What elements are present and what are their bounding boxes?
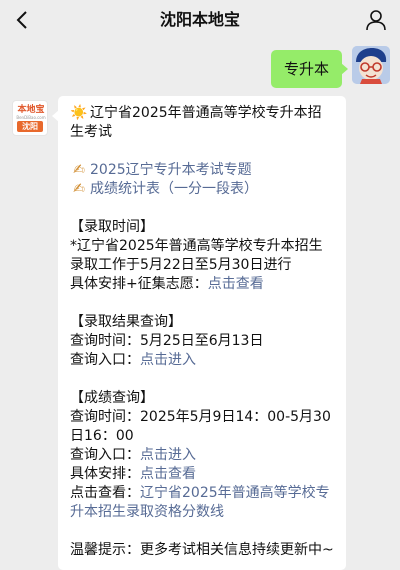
- score-query-time-row: 查询时间：2025年5月9日14：00-5月30日16：00: [70, 408, 334, 446]
- result-query-entry-label: 查询入口：: [70, 352, 140, 368]
- admission-detail-link[interactable]: 点击查看: [208, 276, 264, 292]
- writing-hand-icon: ✍: [73, 162, 85, 178]
- sent-message-row: 专升本: [270, 46, 390, 88]
- topic-link-row: ✍ 2025辽宁专升本考试专题: [70, 161, 334, 180]
- sent-message-bubble[interactable]: 专升本: [270, 50, 349, 88]
- bendibao-avatar[interactable]: 本地宝 BenDiBao.com 沈阳: [12, 100, 48, 136]
- chat-title: 沈阳本地宝: [159, 10, 240, 29]
- score-query-time-label: 查询时间：: [70, 409, 140, 425]
- cartoon-avatar-icon: [352, 46, 390, 84]
- tip-text: 温馨提示：更多考试相关信息持续更新中~: [70, 542, 334, 558]
- score-query-entry-label: 查询入口：: [70, 447, 140, 463]
- reply-heading-text: 辽宁省2025年普通高等学校专升本招生考试: [70, 105, 322, 140]
- score-line-label: 点击查看：: [70, 485, 140, 501]
- my-avatar[interactable]: [352, 46, 390, 84]
- score-query-entry-row: 查询入口：点击进入: [70, 446, 334, 465]
- score-query-header: 【成绩查询】: [70, 390, 154, 406]
- admission-body: *辽宁省2025年普通高等学校专升本招生录取工作于5月22日至5月30日进行: [70, 238, 323, 273]
- writing-hand-icon: ✍: [73, 181, 85, 197]
- result-query-entry-link[interactable]: 点击进入: [140, 352, 196, 368]
- result-query-entry-row: 查询入口：点击进入: [70, 351, 334, 370]
- admission-detail-label: 具体安排+征集志愿：: [70, 276, 208, 292]
- reply-message-bubble: ☀️ 辽宁省2025年普通高等学校专升本招生考试 ✍ 2025辽宁专升本考试专题 ✍…: [52, 96, 346, 570]
- result-query-header: 【录取结果查询】: [70, 314, 182, 330]
- result-query-time-value: 5月25日至6月13日: [140, 333, 264, 349]
- score-plan-row: 具体安排：点击查看: [70, 465, 334, 484]
- score-table-link-row: ✍ 成绩统计表（一分一段表）: [70, 180, 334, 199]
- admission-header: 【录取时间】: [70, 219, 154, 235]
- logo-text: 本地宝: [17, 104, 45, 115]
- bendibao-logo: 本地宝 BenDiBao.com: [13, 101, 47, 123]
- topic-link[interactable]: 2025辽宁专升本考试专题: [90, 162, 252, 178]
- score-query-entry-link[interactable]: 点击进入: [140, 447, 196, 463]
- result-query-time-label: 查询时间：: [70, 333, 140, 349]
- admission-detail-row: 具体安排+征集志愿：点击查看: [70, 275, 334, 294]
- result-query-time-row: 查询时间：5月25日至6月13日: [70, 332, 334, 351]
- reply-heading: ☀️ 辽宁省2025年普通高等学校专升本招生考试: [70, 104, 334, 142]
- user-icon: [366, 10, 386, 31]
- score-table-link[interactable]: 成绩统计表（一分一段表）: [90, 181, 258, 197]
- score-plan-link[interactable]: 点击查看: [140, 466, 196, 482]
- score-line-row: 点击查看：辽宁省2025年普通高等学校专升本招生录取资格分数线: [70, 484, 334, 522]
- logo-subtext: BenDiBao.com: [16, 114, 46, 120]
- navigation-bar: 沈阳本地宝: [0, 0, 400, 40]
- profile-button[interactable]: [364, 8, 388, 32]
- logo-city-badge: 沈阳: [17, 121, 43, 132]
- sun-icon: ☀️: [70, 105, 88, 121]
- score-plan-label: 具体安排：: [70, 466, 140, 482]
